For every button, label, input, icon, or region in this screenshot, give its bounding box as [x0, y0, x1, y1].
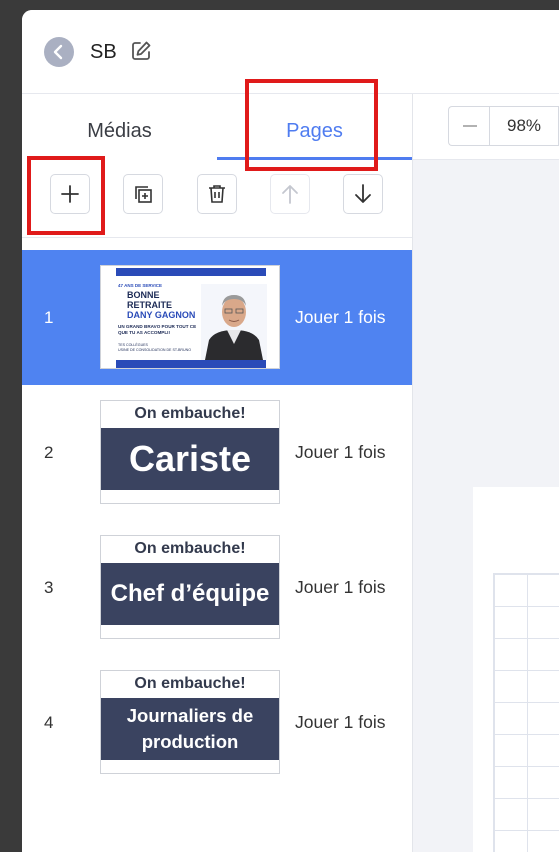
play-mode-label[interactable]: Jouer 1 fois [295, 250, 385, 385]
arrow-up-icon [282, 185, 298, 204]
page-number: 2 [44, 443, 54, 462]
page-row[interactable]: 2 On embauche! Cariste Jouer 1 fois [22, 385, 412, 520]
duplicate-page-button[interactable] [123, 174, 163, 214]
thumb-signature1: TES COLLÈGUES [118, 343, 148, 347]
page-thumbnail[interactable]: On embauche! Chef d’équipe [100, 535, 280, 639]
thumb-banner: Journaliers de production [101, 698, 279, 760]
page-thumbnail[interactable]: 47 ANS DE SERVICE BONNE RETRAITE DANY GA… [100, 265, 280, 369]
portrait-photo [201, 284, 267, 360]
minus-icon [462, 125, 477, 127]
highlight-box-add-button [27, 156, 105, 235]
back-button[interactable] [44, 37, 74, 67]
thumb-heading: On embauche! [134, 675, 246, 692]
thumb-message: UN GRAND BRAVO POUR TOUT CE QUE TU AS AC… [118, 324, 197, 335]
move-down-button[interactable] [343, 174, 383, 214]
page-number: 3 [44, 578, 54, 597]
play-mode-label[interactable]: Jouer 1 fois [295, 385, 385, 520]
chevron-left-icon [53, 44, 63, 60]
editor-area: 98% [413, 94, 559, 852]
play-mode-label[interactable]: Jouer 1 fois [295, 655, 385, 790]
trash-icon [209, 185, 225, 203]
page-number: 1 [44, 308, 54, 327]
page-row[interactable]: 1 47 ANS DE SERVICE BONNE RETRAITE DANY … [22, 250, 412, 385]
page-number: 4 [44, 713, 54, 732]
thumb-name: DANY GAGNON [127, 310, 196, 320]
delete-page-button[interactable] [197, 174, 237, 214]
thumb-line2: RETRAITE [127, 300, 172, 310]
thumb-banner: Chef d’équipe [101, 563, 279, 625]
move-up-button[interactable] [270, 174, 310, 214]
app-window: SB Médias Pages 1 47 ANS DE SERVICE BONN… [22, 10, 559, 852]
canvas-grid [493, 573, 559, 852]
thumb-signature2: USINE DE CONSOLIDATION DE ST-BRUNO [118, 348, 192, 352]
zoom-bar: 98% [413, 94, 559, 160]
arrow-down-icon [355, 184, 371, 203]
page-row[interactable]: 4 On embauche! Journaliers de production… [22, 655, 412, 790]
zoom-out-button[interactable] [448, 106, 490, 146]
thumb-top-band [116, 268, 266, 276]
edit-icon[interactable] [130, 40, 152, 62]
page-thumbnail[interactable]: On embauche! Cariste [100, 400, 280, 504]
tab-medias[interactable]: Médias [22, 94, 217, 158]
thumb-heading: On embauche! [134, 405, 246, 422]
thumb-bottom-band [116, 360, 266, 368]
project-title: SB [90, 41, 117, 63]
duplicate-icon [135, 186, 152, 203]
thumb-banner: Cariste [101, 428, 279, 490]
play-mode-label[interactable]: Jouer 1 fois [295, 520, 385, 655]
page-canvas[interactable] [473, 487, 559, 852]
thumb-heading: On embauche! [134, 540, 246, 557]
zoom-level[interactable]: 98% [489, 106, 559, 146]
thumb-eyebrow: 47 ANS DE SERVICE [118, 283, 163, 288]
page-thumbnail[interactable]: On embauche! Journaliers de production [100, 670, 280, 774]
thumb-line1: BONNE [127, 290, 160, 300]
page-row[interactable]: 3 On embauche! Chef d’équipe Jouer 1 foi… [22, 520, 412, 655]
highlight-box-pages-tab [245, 79, 378, 171]
